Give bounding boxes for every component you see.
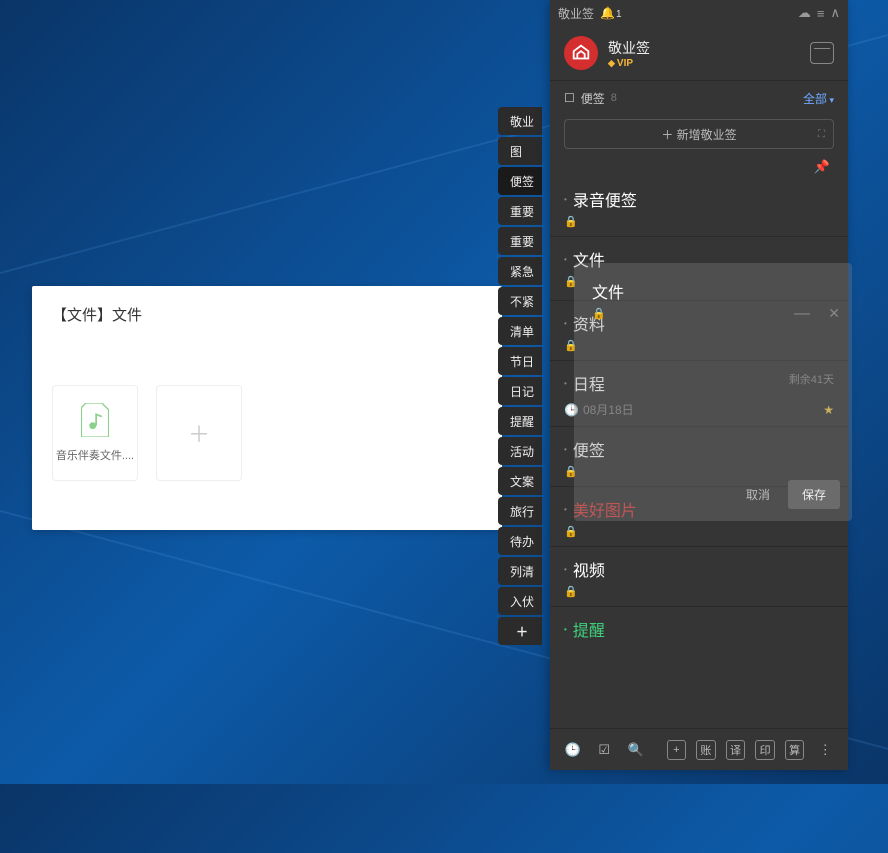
section-label: 便签: [581, 90, 605, 107]
menu-icon[interactable]: ≡: [817, 6, 825, 21]
tag-item[interactable]: 图: [498, 137, 542, 165]
search-icon[interactable]: 🔍: [625, 739, 647, 761]
bb-translate[interactable]: 译: [726, 740, 746, 760]
calendar-icon[interactable]: [810, 42, 834, 64]
titlebar: 敬业签 🔔1 ☁ ≡ ∧: [550, 0, 848, 26]
file-tiles: 音乐伴奏文件.... ＋: [52, 385, 482, 481]
tag-item[interactable]: 文案: [498, 467, 542, 495]
bb-calc[interactable]: 算: [785, 740, 805, 760]
note-count: 8: [611, 92, 617, 104]
lock-icon: 🔒: [564, 465, 578, 478]
lock-icon: 🔒: [564, 339, 578, 352]
tag-add[interactable]: ＋: [498, 617, 542, 645]
clock-icon: 🕒: [564, 403, 579, 417]
lock-icon: 🔒: [564, 215, 578, 228]
file-tile-audio[interactable]: 音乐伴奏文件....: [52, 385, 138, 481]
lock-icon: 🔒: [564, 275, 578, 288]
notes-list: •录音便签 🔒 •文件 🔒 •资料 🔒 剩余41天 •日程 🕒08月18日★ •…: [550, 177, 848, 728]
tag-column: 敬业 图 便签 重要 重要 紧急 不紧 清单 节日 日记 提醒 活动 文案 旅行…: [498, 107, 542, 645]
pin-icon[interactable]: 📌: [814, 159, 830, 175]
brand-row: 敬业签 VIP: [550, 26, 848, 80]
note-item[interactable]: •便签 🔒: [550, 427, 848, 487]
add-note-button[interactable]: ＋ 新增敬业签 ⛶: [564, 119, 834, 149]
note-section-icon: ☐: [564, 91, 575, 105]
app-logo: [564, 36, 598, 70]
notif-count: 1: [616, 9, 622, 20]
tag-item[interactable]: 活动: [498, 437, 542, 465]
section-header: ☐ 便签 8 全部: [550, 81, 848, 115]
tag-item[interactable]: 旅行: [498, 497, 542, 525]
tag-item[interactable]: 提醒: [498, 407, 542, 435]
save-button[interactable]: 保存: [788, 480, 840, 509]
more-icon[interactable]: ⋮: [814, 739, 836, 761]
tag-item[interactable]: 重要: [498, 227, 542, 255]
vip-badge: VIP: [608, 58, 650, 69]
close-icon[interactable]: ✕: [828, 305, 840, 322]
music-file-icon: [81, 403, 109, 437]
tag-item[interactable]: 不紧: [498, 287, 542, 315]
bb-print[interactable]: 印: [755, 740, 775, 760]
expand-icon: ⛶: [818, 129, 825, 140]
tag-item[interactable]: 列清: [498, 557, 542, 585]
collapse-icon[interactable]: ∧: [830, 5, 840, 21]
checkbox-icon[interactable]: ☑: [594, 739, 616, 761]
tag-item[interactable]: 清单: [498, 317, 542, 345]
tag-item[interactable]: 入伏: [498, 587, 542, 615]
filter-dropdown[interactable]: 全部: [803, 90, 834, 107]
tag-item[interactable]: 重要: [498, 197, 542, 225]
bottom-toolbar: 🕒 ☑ 🔍 + 账 译 印 算 ⋮: [550, 728, 848, 770]
lock-icon: 🔒: [564, 585, 578, 598]
note-item[interactable]: •资料 🔒: [550, 301, 848, 361]
brand-name: 敬业签: [608, 38, 650, 58]
history-icon[interactable]: 🕒: [562, 739, 584, 761]
bb-account[interactable]: 账: [696, 740, 716, 760]
remaining-label: 剩余41天: [789, 371, 834, 387]
file-panel: 【文件】文件 音乐伴奏文件.... ＋: [32, 286, 502, 530]
add-button-label: ＋ 新增敬业签: [661, 126, 736, 143]
file-tile-label: 音乐伴奏文件....: [56, 447, 134, 463]
lock-icon: 🔒: [564, 525, 578, 538]
file-tile-add[interactable]: ＋: [156, 385, 242, 481]
bb-add[interactable]: +: [667, 740, 687, 760]
app-panel: 敬业签 🔔1 ☁ ≡ ∧ 敬业签 VIP ☐ 便签 8 全部 ＋ 新增敬业签 ⛶…: [550, 0, 848, 770]
note-item[interactable]: •录音便签 🔒: [550, 177, 848, 237]
note-item[interactable]: •视频 🔒: [550, 547, 848, 607]
tag-item[interactable]: 敬业: [498, 107, 542, 135]
tag-item[interactable]: 节日: [498, 347, 542, 375]
cloud-icon[interactable]: ☁: [798, 5, 811, 21]
file-panel-title: 【文件】文件: [52, 304, 482, 325]
app-title: 敬业签: [558, 5, 594, 22]
notification-bell-icon[interactable]: 🔔1: [600, 6, 622, 20]
tag-item[interactable]: 便签: [498, 167, 542, 195]
plus-icon: ＋: [188, 417, 210, 449]
note-item[interactable]: •提醒: [550, 607, 848, 649]
tag-item[interactable]: 待办: [498, 527, 542, 555]
tag-item[interactable]: 紧急: [498, 257, 542, 285]
tag-item[interactable]: 日记: [498, 377, 542, 405]
cancel-button[interactable]: 取消: [738, 480, 778, 509]
star-icon: ★: [823, 403, 834, 417]
note-item[interactable]: 剩余41天 •日程 🕒08月18日★: [550, 361, 848, 427]
note-item[interactable]: •文件 🔒: [550, 237, 848, 301]
